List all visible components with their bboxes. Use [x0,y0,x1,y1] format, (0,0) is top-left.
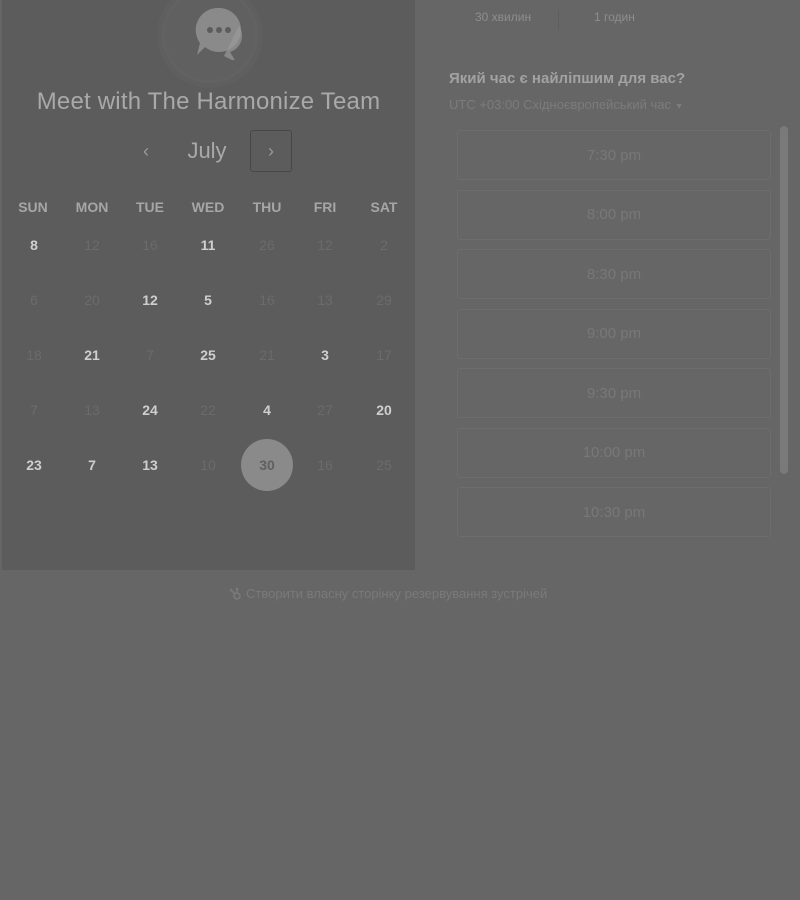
calendar-day[interactable]: 3 [300,330,350,380]
duration-tab-1hour[interactable]: 1 годин [594,10,635,24]
calendar-day[interactable]: 13 [125,440,175,490]
calendar-day: 26 [259,237,275,253]
calendar-day[interactable]: 24 [125,385,175,435]
calendar-day: 6 [30,292,38,308]
calendar-day: 21 [259,347,275,363]
calendar-day: 2 [380,237,388,253]
calendar-day: 17 [376,347,392,363]
calendar-days-grid: 8 12 16 11 26 12 2 6 20 12 5 16 13 29 18 21 7 25 21 3 17 7 13 2… [2,0,415,570]
calendar-day: 7 [146,347,154,363]
duration-tab-30min[interactable]: 30 хвилин [475,10,531,24]
calendar-day[interactable]: 25 [183,330,233,380]
time-slot-button[interactable]: 10:00 pm [457,427,771,478]
duration-tabs: 30 хвилин 1 годин [445,10,785,30]
time-slot-button[interactable]: 7:30 pm [457,130,771,180]
calendar-day[interactable]: 4 [242,385,292,435]
calendar-day-selected[interactable]: 30 [241,439,293,491]
calendar-panel: Meet with The Harmonize Team ‹ July › SU… [2,0,415,570]
time-question-heading: Який час є найліпшим для вас? [449,70,686,87]
calendar-day: 27 [317,402,333,418]
calendar-day[interactable]: 21 [67,330,117,380]
footer-link-text: Створити власну сторінку резервування зу… [246,586,548,601]
calendar-day: 10 [200,457,216,473]
time-slots-scrollbar[interactable] [780,126,788,474]
calendar-day[interactable]: 12 [125,275,175,325]
calendar-day: 13 [317,292,333,308]
calendar-day[interactable]: 5 [183,275,233,325]
calendar-day: 29 [376,292,392,308]
calendar-day: 16 [317,457,333,473]
calendar-day: 12 [84,237,100,253]
calendar-day[interactable]: 23 [9,440,59,490]
calendar-day[interactable]: 8 [9,220,59,270]
calendar-day: 20 [84,292,100,308]
calendar-day: 25 [376,457,392,473]
sprocket-icon [229,587,241,600]
calendar-day: 16 [259,292,275,308]
scrollbar-thumb[interactable] [780,126,788,474]
calendar-day: 7 [30,402,38,418]
calendar-day: 16 [142,237,158,253]
caret-down-icon: ▼ [674,101,684,111]
time-slot-button[interactable]: 9:30 pm [457,368,771,418]
calendar-day[interactable]: 11 [183,220,233,270]
calendar-day: 18 [26,347,42,363]
calendar-day: 12 [317,237,333,253]
calendar-day[interactable]: 7 [67,440,117,490]
time-slot-button[interactable]: 8:00 pm [457,189,771,240]
create-booking-page-link[interactable]: Створити власну сторінку резервування зу… [228,586,547,601]
timezone-selector[interactable]: UTC +03:00 Східноєвропейський час ▼ [449,97,684,112]
calendar-day: 22 [200,402,216,418]
calendar-day: 13 [84,402,100,418]
timezone-label: UTC +03:00 Східноєвропейський час [449,97,671,112]
time-slot-button[interactable]: 10:30 pm [457,487,771,537]
tab-divider [558,10,559,30]
time-slot-button[interactable]: 8:30 pm [457,249,771,299]
time-slot-button[interactable]: 9:00 pm [457,308,771,359]
time-slots-list: 7:30 pm 8:00 pm 8:30 pm 9:00 pm 9:30 pm 10:00… [449,125,789,545]
calendar-day[interactable]: 20 [359,385,409,435]
